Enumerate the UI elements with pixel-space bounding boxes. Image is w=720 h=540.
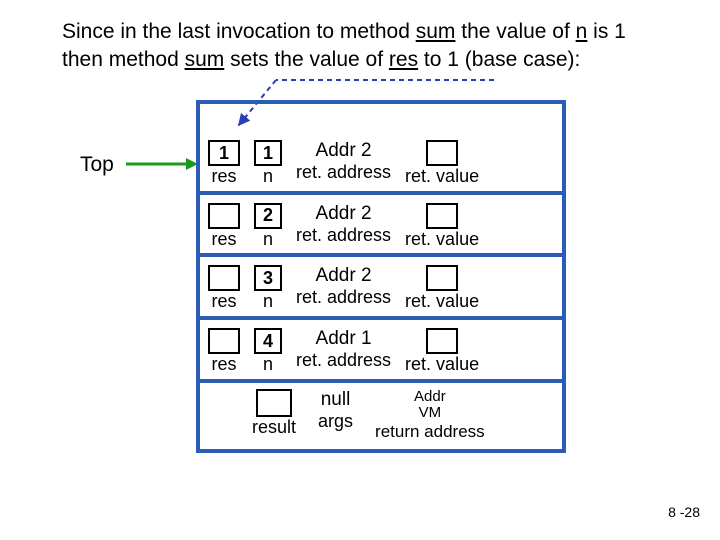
caption-mid3: sets the value of	[224, 48, 389, 71]
ret-value-label: ret. value	[405, 354, 479, 375]
n-cell: 4 n	[254, 328, 282, 375]
caption-text: Since in the last invocation to method s…	[62, 18, 662, 75]
return-address-line1: Addr	[414, 389, 446, 405]
ret-value-box	[426, 265, 458, 291]
ret-value-box	[426, 140, 458, 166]
result-cell: result	[252, 389, 296, 438]
return-address-label: return address	[375, 422, 485, 442]
stack-frame: res 3 n Addr 2 ret. address ret. value	[200, 253, 562, 320]
n-cell: 1 n	[254, 140, 282, 187]
n-cell: 2 n	[254, 203, 282, 250]
n-label: n	[263, 229, 273, 250]
n-box: 4	[254, 328, 282, 354]
stack-frame: 1 res 1 n Addr 2 ret. address ret. value	[200, 100, 562, 195]
page-number: 8 -28	[668, 504, 700, 520]
ret-value-box	[426, 203, 458, 229]
res-label: res	[211, 354, 236, 375]
call-stack: 1 res 1 n Addr 2 ret. address ret. value…	[196, 100, 566, 453]
return-address-value: Addr VM	[414, 389, 446, 421]
n-label: n	[263, 166, 273, 187]
result-label: result	[252, 417, 296, 438]
ret-address-value: Addr 2	[316, 203, 372, 225]
return-address-line2: VM	[419, 405, 442, 421]
ret-address-value: Addr 2	[316, 140, 372, 162]
stack-frame-bottom: result null args Addr VM return address	[200, 379, 562, 453]
res-box	[208, 265, 240, 291]
ret-value-label: ret. value	[405, 229, 479, 250]
result-box	[256, 389, 292, 417]
n-label: n	[263, 291, 273, 312]
args-label: args	[318, 411, 353, 432]
ret-value-label: ret. value	[405, 166, 479, 187]
ret-address-label: ret. address	[296, 225, 391, 246]
res-label: res	[211, 166, 236, 187]
caption-mid1: the value of	[455, 20, 575, 43]
n-box: 3	[254, 265, 282, 291]
ret-value-cell: ret. value	[405, 328, 479, 375]
res-box	[208, 328, 240, 354]
ret-address-cell: Addr 2 ret. address	[296, 203, 391, 246]
ret-value-cell: ret. value	[405, 203, 479, 250]
res-label: res	[211, 229, 236, 250]
ret-address-cell: Addr 2 ret. address	[296, 140, 391, 183]
stack-frame: res 4 n Addr 1 ret. address ret. value	[200, 316, 562, 383]
ret-address-value: Addr 1	[316, 328, 372, 350]
n-box: 1	[254, 140, 282, 166]
caption-res1: res	[389, 48, 418, 71]
ret-value-box	[426, 328, 458, 354]
res-label: res	[211, 291, 236, 312]
caption-n1: n	[576, 20, 588, 43]
res-box	[208, 203, 240, 229]
res-cell: res	[208, 328, 240, 375]
res-box: 1	[208, 140, 240, 166]
ret-value-cell: ret. value	[405, 140, 479, 187]
ret-address-cell: Addr 1 ret. address	[296, 328, 391, 371]
args-value: null	[321, 389, 351, 411]
ret-address-label: ret. address	[296, 162, 391, 183]
ret-address-value: Addr 2	[316, 265, 372, 287]
ret-address-label: ret. address	[296, 287, 391, 308]
top-label: Top	[80, 153, 114, 177]
return-address-cell: Addr VM return address	[375, 389, 485, 442]
caption-sum2: sum	[185, 48, 225, 71]
n-cell: 3 n	[254, 265, 282, 312]
caption-pre: Since in the last invocation to method	[62, 20, 416, 43]
caption-post: to 1 (base case):	[418, 48, 580, 71]
ret-value-label: ret. value	[405, 291, 479, 312]
res-cell: 1 res	[208, 140, 240, 187]
args-cell: null args	[318, 389, 353, 432]
ret-address-cell: Addr 2 ret. address	[296, 265, 391, 308]
n-label: n	[263, 354, 273, 375]
ret-value-cell: ret. value	[405, 265, 479, 312]
stack-frame: res 2 n Addr 2 ret. address ret. value	[200, 191, 562, 258]
n-box: 2	[254, 203, 282, 229]
ret-address-label: ret. address	[296, 350, 391, 371]
res-cell: res	[208, 203, 240, 250]
res-cell: res	[208, 265, 240, 312]
top-pointer-arrow-icon	[126, 156, 198, 172]
caption-sum1: sum	[416, 20, 456, 43]
